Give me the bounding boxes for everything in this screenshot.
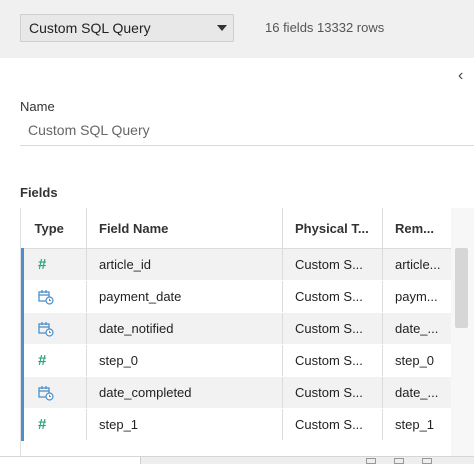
sheet-tab-bar <box>0 456 474 464</box>
chevron-left-icon[interactable]: ‹ <box>458 68 470 84</box>
number-icon: # <box>38 352 47 369</box>
physical-table-cell: Custom S... <box>282 312 383 345</box>
source-stats: 16 fields 13332 rows <box>265 20 385 35</box>
column-header-physical-table[interactable]: Physical T... <box>282 208 383 249</box>
number-icon: # <box>38 256 47 273</box>
number-icon: # <box>38 416 47 433</box>
table-row[interactable]: # step_0 Custom S... step_0 <box>21 344 452 377</box>
field-name-cell[interactable]: step_0 <box>86 344 283 377</box>
remote-field-cell: article... <box>382 248 452 281</box>
remote-field-cell: date_... <box>382 376 452 409</box>
type-cell[interactable] <box>21 376 87 409</box>
field-name-cell[interactable]: step_1 <box>86 408 283 441</box>
type-cell[interactable]: # <box>21 248 87 281</box>
new-dashboard-icon[interactable] <box>394 458 404 464</box>
physical-table-cell: Custom S... <box>282 248 383 281</box>
remote-field-cell: step_1 <box>382 408 452 441</box>
date-icon <box>38 289 54 305</box>
column-header-remote[interactable]: Rem... <box>382 208 452 249</box>
physical-table-cell: Custom S... <box>282 408 383 441</box>
sheet-tab[interactable] <box>0 457 141 464</box>
fields-table: Type Field Name Physical T... Rem... # a… <box>20 208 452 464</box>
connection-select[interactable]: Custom SQL Query <box>20 14 234 42</box>
field-name-cell[interactable]: article_id <box>86 248 283 281</box>
table-scrollbar-thumb[interactable] <box>455 248 468 328</box>
physical-table-cell: Custom S... <box>282 376 383 409</box>
name-field[interactable]: Custom SQL Query <box>20 118 474 146</box>
source-toolbar: Custom SQL Query 16 fields 13332 rows <box>0 0 474 58</box>
chevron-down-icon <box>217 25 227 31</box>
connection-select-value: Custom SQL Query <box>29 20 151 36</box>
fields-label: Fields <box>20 185 58 200</box>
field-name-cell[interactable]: date_completed <box>86 376 283 409</box>
name-label: Name <box>20 99 55 114</box>
date-icon <box>38 321 54 337</box>
type-cell[interactable] <box>21 280 87 313</box>
table-row[interactable]: date_completed Custom S... date_... <box>21 376 452 409</box>
table-scrollbar-track[interactable] <box>451 208 474 464</box>
date-icon <box>38 385 54 401</box>
remote-field-cell: paym... <box>382 280 452 313</box>
new-sheet-icon[interactable] <box>366 458 376 464</box>
field-name-cell[interactable]: date_notified <box>86 312 283 345</box>
type-cell[interactable] <box>21 312 87 345</box>
column-header-type[interactable]: Type <box>22 208 87 249</box>
type-cell[interactable]: # <box>21 344 87 377</box>
physical-table-cell: Custom S... <box>282 280 383 313</box>
type-cell[interactable]: # <box>21 408 87 441</box>
field-name-cell[interactable]: payment_date <box>86 280 283 313</box>
remote-field-cell: step_0 <box>382 344 452 377</box>
new-story-icon[interactable] <box>422 458 432 464</box>
column-header-field-name[interactable]: Field Name <box>86 208 283 249</box>
table-row[interactable]: # article_id Custom S... article... <box>21 248 452 281</box>
physical-table-cell: Custom S... <box>282 344 383 377</box>
table-row[interactable]: # step_1 Custom S... step_1 <box>21 408 452 441</box>
remote-field-cell: date_... <box>382 312 452 345</box>
data-source-page: Custom SQL Query 16 fields 13332 rows ‹ … <box>0 0 474 464</box>
table-header-row: Type Field Name Physical T... Rem... <box>22 208 452 249</box>
table-row[interactable]: payment_date Custom S... paym... <box>21 280 452 313</box>
table-row[interactable]: date_notified Custom S... date_... <box>21 312 452 345</box>
